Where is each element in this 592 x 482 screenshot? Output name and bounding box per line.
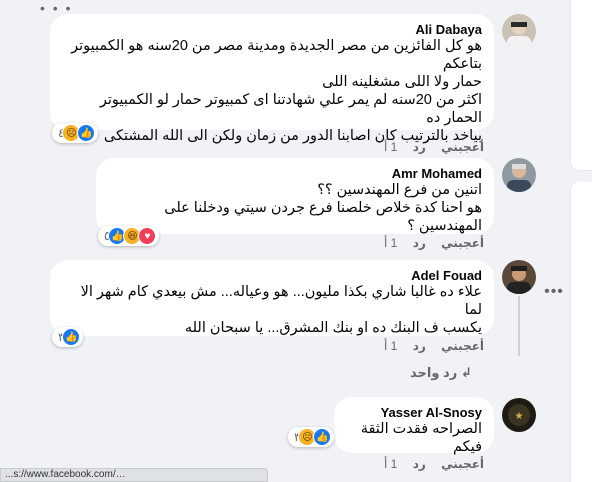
browser-status-bar: ...s://www.facebook.com/…	[0, 468, 268, 482]
comment-bubble: Yasser Al-Snosy الصراحه فقدت الثقة فيكم	[334, 397, 494, 455]
reply-link[interactable]: رد	[413, 236, 426, 250]
like-link[interactable]: أعجبني	[441, 457, 484, 471]
comment-bubble: Amr Mohamed اتنين من فرع المهندسين ؟؟ هو…	[96, 158, 494, 234]
comment-actions: أعجبني رد 1 أ	[372, 140, 484, 154]
thread-line	[518, 296, 520, 356]
timestamp[interactable]: 1 أ	[384, 236, 397, 250]
comment-text: علاء ده غالبا شاري بكذا مليون... هو وعيا…	[80, 284, 482, 336]
comment-author[interactable]: Adel Fouad	[62, 268, 482, 283]
love-icon: ♥	[138, 227, 157, 245]
reply-link[interactable]: رد	[413, 339, 426, 353]
reaction-summary[interactable]: ٣ 👍	[52, 327, 84, 347]
comment-author[interactable]: Amr Mohamed	[108, 166, 482, 181]
comment-actions: أعجبني رد 1 أ	[372, 457, 484, 471]
like-link[interactable]: أعجبني	[441, 140, 484, 154]
svg-text:★: ★	[515, 411, 524, 422]
right-panel-card	[570, 182, 592, 482]
reply-link[interactable]: رد	[413, 140, 426, 154]
like-icon: 👍	[77, 124, 96, 142]
right-panel-card	[570, 0, 592, 171]
avatar[interactable]	[502, 260, 536, 294]
reaction-summary[interactable]: ٣ ☹ 👍	[288, 427, 335, 447]
comment-author[interactable]: Yasser Al-Snosy	[346, 405, 482, 420]
like-link[interactable]: أعجبني	[441, 339, 484, 353]
timestamp[interactable]: 1 أ	[384, 339, 397, 353]
comment-bubble: Ali Dabaya هو كل الفائزين من مصر الجديدة…	[50, 14, 494, 144]
timestamp[interactable]: 1 أ	[384, 457, 397, 471]
view-replies-link[interactable]: ↲ رد واحد	[410, 365, 472, 381]
reaction-summary[interactable]: ٤ ☹ 👍	[52, 123, 99, 143]
comment-actions: أعجبني رد 1 أ	[372, 339, 484, 353]
avatar[interactable]	[502, 14, 536, 48]
reply-arrow-icon: ↲	[460, 365, 472, 380]
avatar[interactable]	[502, 158, 536, 192]
like-icon: 👍	[313, 428, 332, 446]
timestamp[interactable]: 1 أ	[384, 140, 397, 154]
reaction-summary[interactable]: ٥ 👍 😆 ♥	[98, 226, 160, 246]
more-options-icon[interactable]: •••	[540, 282, 568, 302]
like-link[interactable]: أعجبني	[441, 236, 484, 250]
avatar[interactable]: ★	[502, 398, 536, 432]
reply-link[interactable]: رد	[413, 457, 426, 471]
comment-text: هو كل الفائزين من مصر الجديدة ومدينة مصر…	[71, 38, 482, 144]
like-icon: 👍	[62, 328, 81, 346]
comment-bubble: Adel Fouad علاء ده غالبا شاري بكذا مليون…	[50, 260, 494, 336]
comment-text: اتنين من فرع المهندسين ؟؟ هو احنا كدة خل…	[164, 182, 482, 234]
comment-author[interactable]: Ali Dabaya	[62, 22, 482, 37]
comment-actions: أعجبني رد 1 أ	[372, 236, 484, 250]
comment-text: الصراحه فقدت الثقة فيكم	[360, 421, 482, 455]
